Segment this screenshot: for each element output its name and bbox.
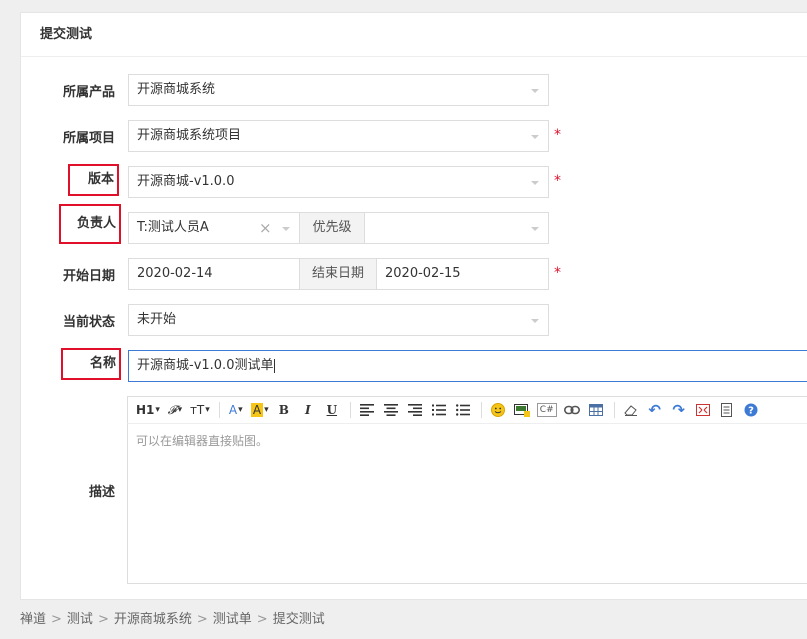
svg-text:?: ?	[748, 406, 754, 417]
breadcrumb-separator: >	[51, 612, 62, 627]
chevron-down-icon: ▾	[205, 405, 210, 415]
breadcrumb-separator: >	[256, 612, 268, 627]
ordered-list-icon[interactable]	[430, 400, 448, 420]
bullet-list-icon[interactable]	[454, 400, 472, 420]
image-icon[interactable]	[513, 400, 531, 420]
chevron-down-icon: ▾	[155, 405, 160, 415]
align-right-icon[interactable]	[406, 400, 424, 420]
eraser-icon[interactable]	[622, 400, 640, 420]
heading-button[interactable]: H1 ▾	[136, 400, 160, 420]
align-center-icon[interactable]	[382, 400, 400, 420]
toolbar-divider	[613, 402, 615, 418]
heading-label: H1	[136, 403, 155, 417]
italic-button[interactable]: I	[299, 400, 317, 420]
toolbar-divider	[218, 402, 220, 418]
bg-color-button[interactable]: A ▾	[250, 400, 269, 420]
table-icon[interactable]	[587, 400, 605, 420]
redo-icon[interactable]: ↷	[670, 400, 688, 420]
font-color-label: A	[228, 403, 238, 417]
bold-button[interactable]: B	[275, 400, 293, 420]
code-button[interactable]: C#	[536, 403, 557, 417]
breadcrumb-separator: >	[97, 612, 109, 627]
bg-color-label: A	[250, 403, 264, 417]
font-size-button[interactable]: тT ▾	[190, 400, 210, 420]
breadcrumb-item-testtask[interactable]: 测试单	[213, 612, 252, 627]
toolbar-divider	[480, 402, 482, 418]
font-size-label: тT	[189, 403, 205, 417]
editor-toolbar: H1 ▾ 𝓕 ▾ тT ▾ A ▾ A ▾ B I U C# ↶ ↷ ?	[127, 396, 807, 424]
underline-button[interactable]: U	[323, 400, 341, 420]
breadcrumb-item-home[interactable]: 禅道	[20, 612, 46, 627]
breadcrumb: 禅道 > 测试 > 开源商城系统 > 测试单 > 提交测试	[20, 608, 325, 627]
toolbar-divider	[349, 402, 351, 418]
breadcrumb-separator: >	[196, 612, 208, 627]
breadcrumb-item-current: 提交测试	[272, 612, 325, 627]
breadcrumb-item-test[interactable]: 测试	[67, 612, 93, 627]
fullscreen-icon[interactable]	[694, 400, 712, 420]
chevron-down-icon: ▾	[177, 405, 183, 415]
description-editor[interactable]: 可以在编辑器直接贴图。	[127, 423, 807, 584]
emoticon-icon[interactable]	[489, 400, 507, 420]
undo-icon[interactable]: ↶	[646, 400, 664, 420]
link-icon[interactable]	[563, 400, 581, 420]
breadcrumb-item-product[interactable]: 开源商城系统	[114, 612, 192, 627]
font-color-button[interactable]: A ▾	[227, 400, 245, 420]
font-family-button[interactable]: 𝓕 ▾	[166, 400, 184, 420]
editor-placeholder: 可以在编辑器直接贴图。	[136, 434, 269, 448]
chevron-down-icon: ▾	[264, 405, 269, 415]
font-family-label: 𝓕	[167, 402, 177, 417]
help-icon[interactable]: ?	[742, 400, 760, 420]
source-icon[interactable]	[718, 400, 736, 420]
align-left-icon[interactable]	[358, 400, 376, 420]
chevron-down-icon: ▾	[238, 405, 243, 415]
